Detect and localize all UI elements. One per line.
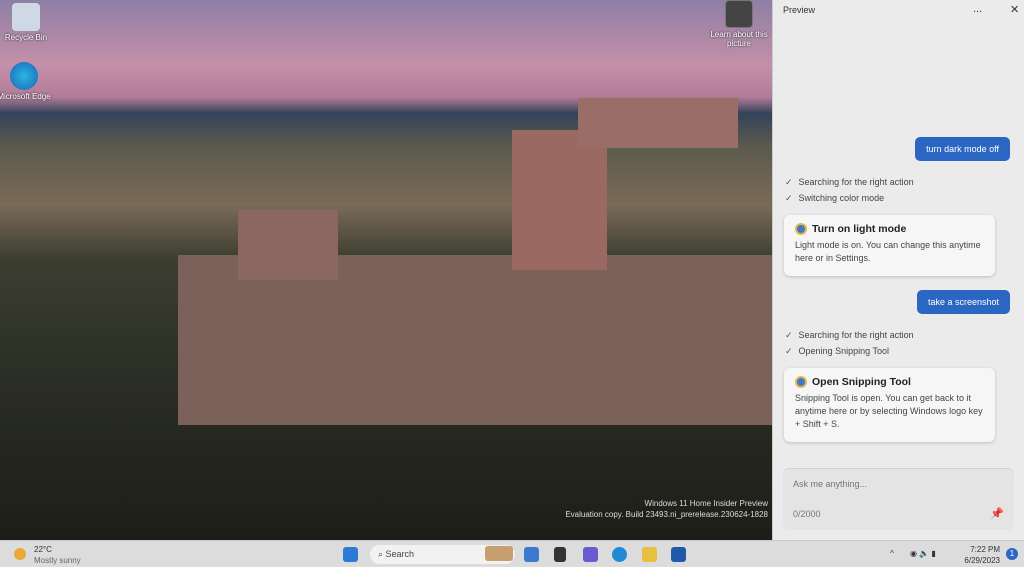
check-icon: ✓ (785, 330, 793, 340)
panel-title: Preview (783, 5, 816, 15)
castle-wall (178, 255, 772, 425)
progress-step: ✓ Searching for the right action (785, 177, 914, 187)
desktop-icon-edge[interactable]: Microsoft Edge (0, 62, 54, 101)
chevron-up-icon[interactable]: ^ (890, 549, 894, 558)
response-card[interactable]: Turn on light mode Light mode is on. You… (784, 215, 995, 276)
teams-icon[interactable] (583, 547, 598, 562)
check-icon: ✓ (785, 177, 793, 187)
start-icon[interactable] (343, 547, 358, 562)
progress-step: ✓ Searching for the right action (785, 330, 914, 340)
wifi-icon[interactable]: ◉ 🔈 ▮ (910, 549, 936, 558)
card-body: Light mode is on. You can change this an… (795, 240, 981, 263)
desktop-icon-learn-picture[interactable]: Learn about this picture (709, 0, 769, 48)
weather-icon (14, 548, 26, 560)
desktop: Recycle Bin Microsoft Edge Learn about t… (0, 0, 772, 540)
card-body: Snipping Tool is open. You can get back … (795, 393, 983, 429)
edge-taskbar-icon[interactable] (612, 547, 627, 562)
copilot-icon (795, 223, 807, 235)
watermark-line: Evaluation copy. Build 23493.ni_prerelea… (565, 510, 768, 519)
weather-temp[interactable]: 22°C (34, 545, 52, 554)
store-icon[interactable] (671, 547, 686, 562)
recycle-bin-icon (12, 3, 40, 31)
icon-label: Recycle Bin (4, 33, 48, 42)
weather-desc[interactable]: Mostly sunny (34, 556, 81, 565)
castle-top (578, 98, 738, 148)
evaluation-watermark: Windows 11 Home Insider Preview Evaluatio… (565, 498, 768, 520)
copilot-icon (795, 376, 807, 388)
search-icon: ⌕ (378, 549, 386, 559)
watermark-line: Windows 11 Home Insider Preview (644, 499, 768, 508)
search-highlight-icon (485, 546, 513, 561)
chat-input-box: 0/2000 📌 (783, 468, 1014, 530)
ask-input[interactable] (793, 479, 993, 489)
icon-label: Microsoft Edge (0, 92, 51, 101)
notification-badge[interactable]: 1 (1006, 548, 1018, 560)
pin-icon[interactable]: 📌 (990, 507, 1004, 520)
progress-step: ✓ Opening Snipping Tool (785, 346, 889, 356)
more-options-icon[interactable]: ... (973, 3, 982, 15)
picture-info-icon (725, 0, 753, 28)
user-message: turn dark mode off (915, 137, 1010, 161)
progress-step: ✓ Switching color mode (785, 193, 885, 203)
icon-label: Learn about this picture (710, 30, 768, 48)
clock-time[interactable]: 7:22 PM (960, 545, 1000, 554)
task-view-icon[interactable] (554, 547, 566, 562)
check-icon: ✓ (785, 346, 793, 356)
copilot-taskbar-icon[interactable] (524, 547, 539, 562)
file-explorer-icon[interactable] (642, 547, 657, 562)
card-title: Open Snipping Tool (812, 376, 911, 388)
user-message: take a screenshot (916, 290, 1010, 314)
clock-date[interactable]: 6/29/2023 (960, 556, 1000, 565)
close-icon[interactable]: ✕ (1010, 3, 1019, 16)
response-card[interactable]: Open Snipping Tool Snipping Tool is open… (784, 368, 995, 442)
character-counter: 0/2000 (793, 509, 821, 519)
castle-tower (512, 130, 607, 270)
check-icon: ✓ (785, 193, 793, 203)
desktop-icon-recycle-bin[interactable]: Recycle Bin (0, 3, 56, 42)
edge-icon (10, 62, 38, 90)
card-title: Turn on light mode (812, 223, 907, 235)
taskbar: 22°C Mostly sunny ⌕ Search ^ ◉ 🔈 ▮ 7:22 … (0, 540, 1024, 567)
copilot-preview-panel: Preview ... ✕ turn dark mode off ✓ Search… (772, 0, 1024, 540)
castle-tower (238, 210, 338, 280)
